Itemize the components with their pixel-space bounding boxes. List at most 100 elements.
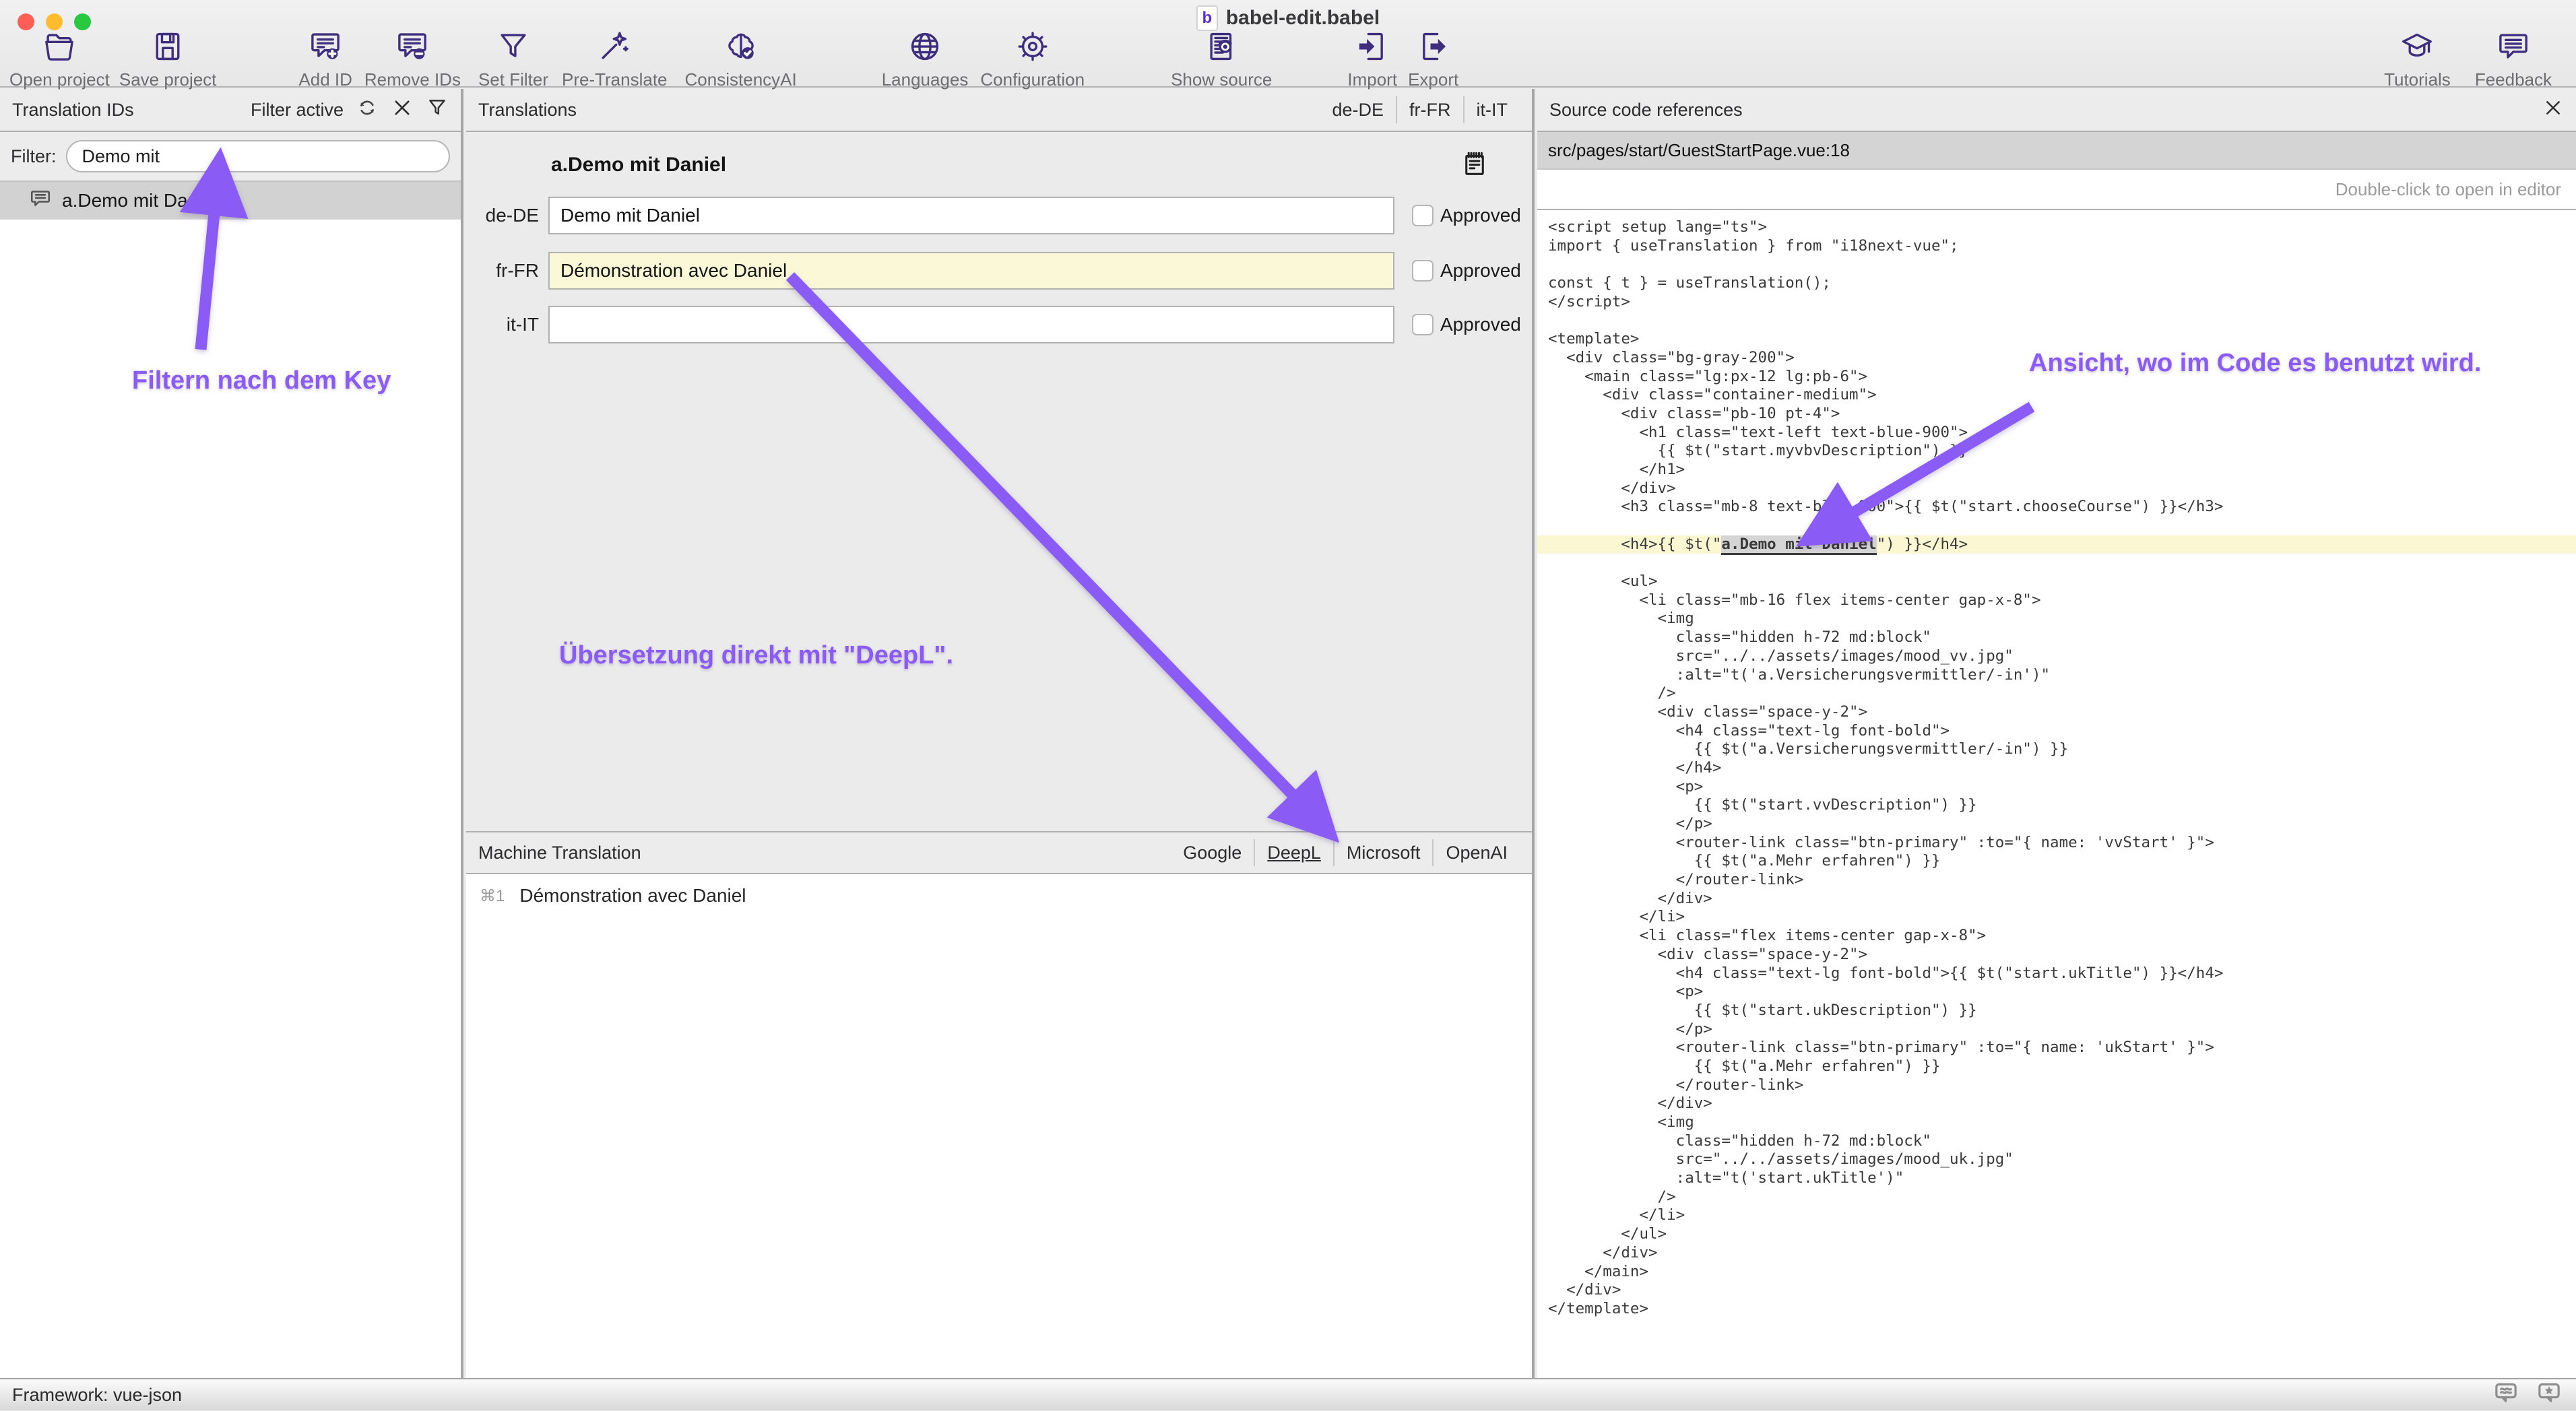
- code-line: :alt="t('start.ukTitle')": [1548, 1169, 2576, 1188]
- graduation-cap-icon: [2399, 28, 2435, 68]
- machine-translation-header: Machine Translation GoogleDeepLMicrosoft…: [466, 831, 1532, 874]
- code-line: [1548, 517, 2576, 535]
- toolbar-button-label: Languages: [882, 69, 969, 90]
- toolbar-button-label: Tutorials: [2384, 69, 2451, 90]
- main-toolbar: Open project Save project Add ID Remove IDs…: [0, 28, 2576, 88]
- code-line: class="hidden h-72 md:block": [1548, 628, 2576, 647]
- translation-memory-icon[interactable]: [2491, 1379, 2521, 1411]
- code-line: />: [1548, 1188, 2576, 1207]
- funnel-icon: [495, 28, 532, 68]
- toolbar-button-label: Open project: [9, 69, 110, 90]
- comment-notepad-icon[interactable]: [1459, 148, 1490, 183]
- code-line: </template>: [1548, 1300, 2576, 1319]
- toolbar-button-set-filter[interactable]: Set Filter: [478, 28, 548, 90]
- code-line: <router-link class="btn-primary" :to="{ …: [1548, 834, 2576, 853]
- code-line: />: [1548, 684, 2576, 703]
- approved-checkbox-it-IT[interactable]: [1412, 314, 1434, 335]
- toolbar-button-remove-ids[interactable]: Remove IDs: [364, 28, 461, 90]
- translation-input-de-DE[interactable]: [548, 197, 1394, 234]
- gear-icon: [1015, 28, 1051, 68]
- window-title-text: babel-edit.babel: [1226, 7, 1380, 30]
- code-line: </li>: [1548, 1206, 2576, 1225]
- approved-label: Approved: [1440, 205, 1521, 226]
- code-line: </ul>: [1548, 1225, 2576, 1244]
- code-line: <div class="pb-10 pt-4">: [1548, 405, 2576, 424]
- approved-label: Approved: [1440, 260, 1521, 282]
- close-panel-icon[interactable]: [2542, 97, 2564, 123]
- code-line: </div>: [1548, 1244, 2576, 1263]
- code-line: </div>: [1548, 480, 2576, 498]
- favorites-bubble-icon[interactable]: [2534, 1379, 2564, 1411]
- toolbar-right-group: Tutorials Feedback: [2384, 28, 2576, 90]
- translations-body: a.Demo mit Daniel de-DEApprovedfr-FRAppr…: [466, 132, 1532, 831]
- toolbar-button-label: Save project: [119, 69, 217, 90]
- code-line: {{ $t("start.myvbvDescription") }}: [1548, 442, 2576, 461]
- source-reference-item[interactable]: src/pages/start/GuestStartPage.vue:18: [1537, 132, 2576, 170]
- code-line: <div class="container-medium">: [1548, 386, 2576, 405]
- code-line: </div>: [1548, 1094, 2576, 1113]
- translation-input-it-IT[interactable]: [548, 306, 1394, 343]
- toolbar-button-add-id[interactable]: Add ID: [298, 28, 352, 90]
- machine-translation-text: Démonstration avec Daniel: [519, 885, 746, 907]
- toolbar-button-show-source[interactable]: Show source: [1171, 28, 1272, 90]
- language-tab-de-DE[interactable]: de-DE: [1320, 96, 1396, 123]
- provider-tab-deepl[interactable]: DeepL: [1254, 839, 1333, 866]
- code-line: {{ $t("a.Mehr erfahren") }}: [1548, 1057, 2576, 1076]
- approved-checkbox-fr-FR[interactable]: [1412, 260, 1434, 282]
- provider-tab-openai[interactable]: OpenAI: [1432, 839, 1520, 866]
- translation-key-reference: a.Demo mit Daniel: [1721, 535, 1876, 555]
- code-line: {{ $t("a.Versicherungsvermittler/-in") }…: [1548, 740, 2576, 759]
- language-label: it-IT: [466, 306, 539, 343]
- translations-title: Translations: [478, 100, 1320, 121]
- code-line: import { useTranslation } from "i18next-…: [1548, 237, 2576, 256]
- code-line: <div class="space-y-2">: [1548, 946, 2576, 964]
- toolbar-button-configuration[interactable]: Configuration: [980, 28, 1085, 90]
- source-code-view[interactable]: <script setup lang="ts">import { useTran…: [1537, 210, 2576, 1378]
- translations-panel: Translations de-DEfr-FRit-IT a.Demo mit …: [466, 89, 1535, 1378]
- filter-settings-icon[interactable]: [426, 96, 449, 124]
- code-line: <p>: [1548, 778, 2576, 797]
- feedback-bubble-icon: [2495, 28, 2532, 68]
- translation-input-fr-FR[interactable]: [548, 252, 1394, 290]
- toolbar-button-open-project[interactable]: Open project: [9, 28, 110, 90]
- code-line: </router-link>: [1548, 1076, 2576, 1095]
- app-document-icon: b: [1196, 5, 1218, 31]
- approved-checkbox-de-DE[interactable]: [1412, 205, 1434, 226]
- code-line: <ul>: [1548, 572, 2576, 591]
- language-tab-fr-FR[interactable]: fr-FR: [1396, 96, 1462, 123]
- toolbar-button-label: Add ID: [298, 69, 352, 90]
- toolbar-button-consistencyai[interactable]: ConsistencyAI: [685, 28, 797, 90]
- clear-filter-icon[interactable]: [391, 96, 414, 124]
- code-line: </div>: [1548, 890, 2576, 909]
- toolbar-button-tutorials[interactable]: Tutorials: [2384, 28, 2451, 90]
- source-references-title: Source code references: [1549, 100, 2542, 121]
- toolbar-button-pre-translate[interactable]: Pre-Translate: [562, 28, 668, 90]
- provider-tab-microsoft[interactable]: Microsoft: [1333, 839, 1433, 866]
- toolbar-button-label: Show source: [1171, 69, 1272, 90]
- code-line: <h3 class="mb-8 text-blue-900">{{ $t("st…: [1548, 498, 2576, 517]
- toolbar-button-import[interactable]: Import: [1347, 28, 1397, 90]
- annotation-deepl-note: Übersetzung direkt mit "DeepL".: [559, 641, 953, 670]
- language-label: de-DE: [466, 197, 539, 234]
- toolbar-button-languages[interactable]: Languages: [882, 28, 969, 90]
- translation-id-item[interactable]: a.Demo mit Daniel: [0, 182, 461, 220]
- code-line: src="../../assets/images/mood_vv.jpg": [1548, 647, 2576, 666]
- toolbar-button-save-project[interactable]: Save project: [119, 28, 217, 90]
- bubble-add-icon: [307, 28, 344, 68]
- refresh-filter-icon[interactable]: [356, 96, 379, 124]
- code-line: {{ $t("a.Mehr erfahren") }}: [1548, 852, 2576, 871]
- provider-tab-google[interactable]: Google: [1171, 839, 1254, 866]
- toolbar-button-label: Remove IDs: [364, 69, 461, 90]
- toolbar-button-feedback[interactable]: Feedback: [2475, 28, 2552, 90]
- machine-translation-result[interactable]: ⌘1Démonstration avec Daniel: [480, 885, 746, 907]
- filter-input[interactable]: [66, 140, 451, 172]
- toolbar-button-label: Configuration: [980, 69, 1085, 90]
- language-tab-it-IT[interactable]: it-IT: [1463, 96, 1520, 123]
- approved-control: Approved: [1412, 260, 1521, 282]
- globe-icon: [907, 28, 943, 68]
- translation-row-it-IT: it-IT Approved: [466, 306, 1532, 343]
- approved-label: Approved: [1440, 314, 1521, 335]
- save-floppy-icon: [150, 28, 186, 68]
- toolbar-button-export[interactable]: Export: [1408, 28, 1458, 90]
- code-line: <h4 class="text-lg font-bold">{{ $t("sta…: [1548, 964, 2576, 983]
